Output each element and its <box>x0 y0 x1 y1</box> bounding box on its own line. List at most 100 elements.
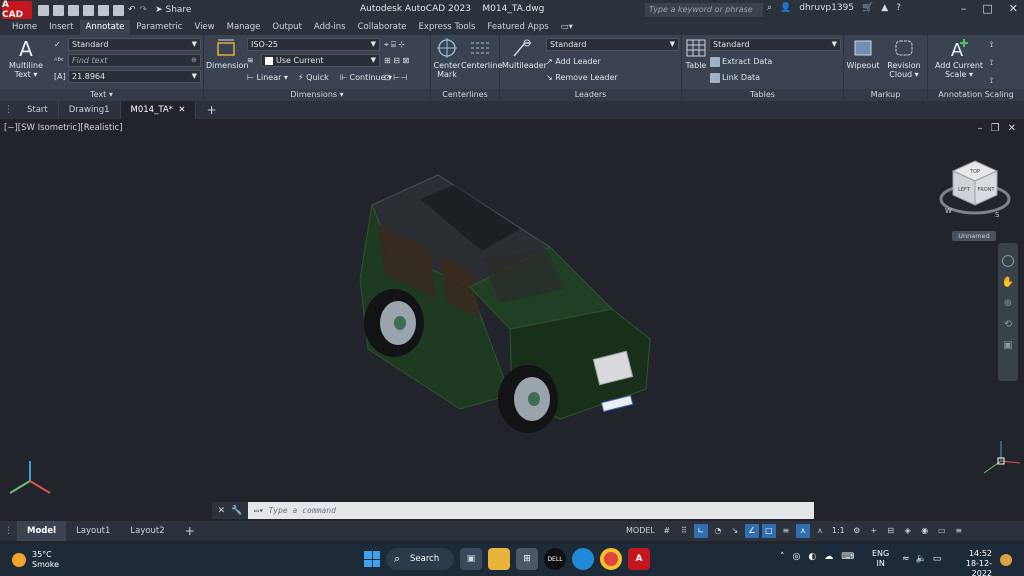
viewcube[interactable]: TOP LEFT FRONT W S <box>935 155 1015 225</box>
task-view-icon[interactable]: ▣ <box>460 548 482 570</box>
taskbar-search-button[interactable]: Search <box>386 548 454 570</box>
centerline-button[interactable]: Centerline <box>461 37 502 70</box>
tab-express-tools[interactable]: Express Tools <box>413 20 482 35</box>
compass-w-label[interactable]: W <box>945 207 952 215</box>
dimensions-panel-title[interactable]: Dimensions ▾ <box>204 89 430 101</box>
linear-button[interactable]: ⊢ Linear ▾ <box>247 72 288 83</box>
pan-icon[interactable]: ✋ <box>998 277 1018 288</box>
tray-app-3-icon[interactable]: ☁ <box>824 552 833 562</box>
layout-tab-layout2[interactable]: Layout2 <box>120 521 174 541</box>
lineweight-icon[interactable]: ≡ <box>779 524 793 538</box>
tab-featured-apps[interactable]: Featured Apps <box>481 20 554 35</box>
save-as-icon[interactable] <box>83 4 94 16</box>
user-icon[interactable]: 👤 <box>780 3 791 13</box>
quick-button[interactable]: ⚡ Quick <box>298 72 329 83</box>
new-tab-button[interactable]: + <box>196 101 226 119</box>
text-height-input[interactable]: 21.8964 ▼ <box>68 70 201 83</box>
file-tabs-menu-icon[interactable]: ⋮ <box>4 105 13 115</box>
dell-icon[interactable]: DELL <box>544 548 566 570</box>
isodraft-icon[interactable]: ↘ <box>728 524 742 538</box>
share-button[interactable]: ➤ Share <box>155 5 191 15</box>
tab-view[interactable]: View <box>188 20 220 35</box>
file-tab-start[interactable]: Start <box>17 101 59 119</box>
tab-output[interactable]: Output <box>266 20 308 35</box>
tab-manage[interactable]: Manage <box>221 20 267 35</box>
drawing-viewport[interactable]: [−][SW Isometric][Realistic] – ❐ ✕ TOP L… <box>0 119 1024 519</box>
scale-tool-2-icon[interactable]: ⟟ <box>990 57 993 68</box>
ribbon-options-icon[interactable]: ▭▾ <box>555 20 579 35</box>
object-snap-tracking-icon[interactable]: ∠ <box>744 524 759 538</box>
tray-app-1-icon[interactable]: ◎ <box>793 552 801 562</box>
windows-start-icon[interactable] <box>364 551 380 567</box>
tab-insert[interactable]: Insert <box>43 20 79 35</box>
link-data-button[interactable]: Link Data <box>710 72 760 83</box>
auto-scale-icon[interactable]: ⋏ <box>813 524 827 538</box>
new-file-icon[interactable] <box>38 4 49 16</box>
redo-icon[interactable]: ↷ <box>140 5 148 16</box>
orbit-icon[interactable]: ⟲ <box>998 319 1018 330</box>
add-current-scale-button[interactable]: A Add Current Scale ▾ <box>930 37 988 79</box>
ucs-menu[interactable]: Unnamed <box>952 231 996 241</box>
layout-menu-icon[interactable]: ⋮ <box>4 526 13 536</box>
tray-overflow-icon[interactable]: ˄ <box>780 552 785 562</box>
tray-app-2-icon[interactable]: ◐ <box>808 552 816 562</box>
model-space-button[interactable]: MODEL <box>624 524 657 538</box>
open-file-icon[interactable] <box>53 4 64 16</box>
autodesk-app-icon[interactable]: ▲ <box>881 3 888 13</box>
help-icon[interactable]: ? <box>896 3 901 13</box>
search-icon[interactable]: ⌕ <box>767 3 772 13</box>
extract-data-button[interactable]: Extract Data <box>710 56 772 67</box>
tab-parametric[interactable]: Parametric <box>130 20 188 35</box>
vehicle-3d-model[interactable] <box>350 169 660 439</box>
tab-annotate[interactable]: Annotate <box>79 20 131 35</box>
annotation-scale-select[interactable]: 1:1 <box>830 524 847 538</box>
dim-layer-select[interactable]: Use Current ▼ <box>261 54 380 67</box>
layout-tab-model[interactable]: Model <box>17 521 67 541</box>
chrome-browser-icon[interactable] <box>600 548 622 570</box>
tab-home[interactable]: Home <box>6 20 43 35</box>
dimension-button[interactable]: Dimension <box>206 37 249 70</box>
multileader-button[interactable]: Multileader <box>502 37 547 70</box>
undo-icon[interactable]: ↶ <box>128 5 136 16</box>
table-button[interactable]: Table <box>683 37 709 70</box>
remove-leader-button[interactable]: ↘ Remove Leader <box>546 72 618 83</box>
units-icon[interactable]: ⊟ <box>884 524 898 538</box>
workspace-gear-icon[interactable]: ⚙ <box>850 524 864 538</box>
multiline-text-button[interactable]: A Multiline Text ▾ <box>6 37 46 79</box>
viewport-restore-icon[interactable]: ❐ <box>991 123 1000 134</box>
command-recent-icon[interactable]: ▭▾ <box>254 506 264 515</box>
plot-icon[interactable] <box>113 4 124 16</box>
layout-tab-layout1[interactable]: Layout1 <box>66 521 120 541</box>
add-layout-button[interactable]: + <box>175 521 205 541</box>
table-style-select[interactable]: Standard ▼ <box>709 38 841 51</box>
mleader-style-select[interactable]: Standard ▼ <box>546 38 679 51</box>
customize-command-icon[interactable]: 🔧 <box>231 506 242 516</box>
annotation-visibility-icon[interactable]: ⋏ <box>795 524 810 538</box>
center-mark-button[interactable]: Center Mark <box>432 37 462 79</box>
isolate-objects-icon[interactable]: ◈ <box>901 524 915 538</box>
dim-tools-row1[interactable]: ⌖ ⌸ ⊹ <box>384 39 405 50</box>
help-search-input[interactable]: Type a keyword or phrase <box>645 3 763 17</box>
steering-wheel-icon[interactable] <box>1002 255 1014 267</box>
microsoft-store-icon[interactable]: ⊞ <box>516 548 538 570</box>
taskbar-clock[interactable]: 14:52 18-12-2022 <box>948 549 992 576</box>
add-leader-button[interactable]: ↗ Add Leader <box>546 56 601 67</box>
close-command-icon[interactable]: ✕ <box>218 506 226 516</box>
scale-tool-3-icon[interactable]: ⟟ <box>990 75 993 86</box>
file-tab-m014[interactable]: M014_TA* ✕ <box>120 101 197 119</box>
notification-icon[interactable] <box>1000 554 1012 566</box>
wipeout-button[interactable]: Wipeout <box>845 37 881 70</box>
web-mobile-icon[interactable] <box>98 4 109 16</box>
showmotion-icon[interactable]: ▣ <box>998 340 1018 351</box>
close-tab-icon[interactable]: ✕ <box>178 105 185 115</box>
hardware-acceleration-icon[interactable]: ◉ <box>918 524 932 538</box>
file-explorer-icon[interactable] <box>488 548 510 570</box>
maximize-icon[interactable]: □ <box>982 2 992 15</box>
zoom-icon[interactable]: ⊕ <box>998 298 1018 309</box>
edge-browser-icon[interactable] <box>572 548 594 570</box>
snap-icon[interactable]: ⠿ <box>677 524 691 538</box>
text-panel-title[interactable]: Text ▾ <box>0 89 203 101</box>
file-tab-drawing1[interactable]: Drawing1 <box>59 101 121 119</box>
viewport-minimize-icon[interactable]: – <box>978 123 983 134</box>
tray-keyboard-icon[interactable]: ⌨ <box>841 552 854 562</box>
